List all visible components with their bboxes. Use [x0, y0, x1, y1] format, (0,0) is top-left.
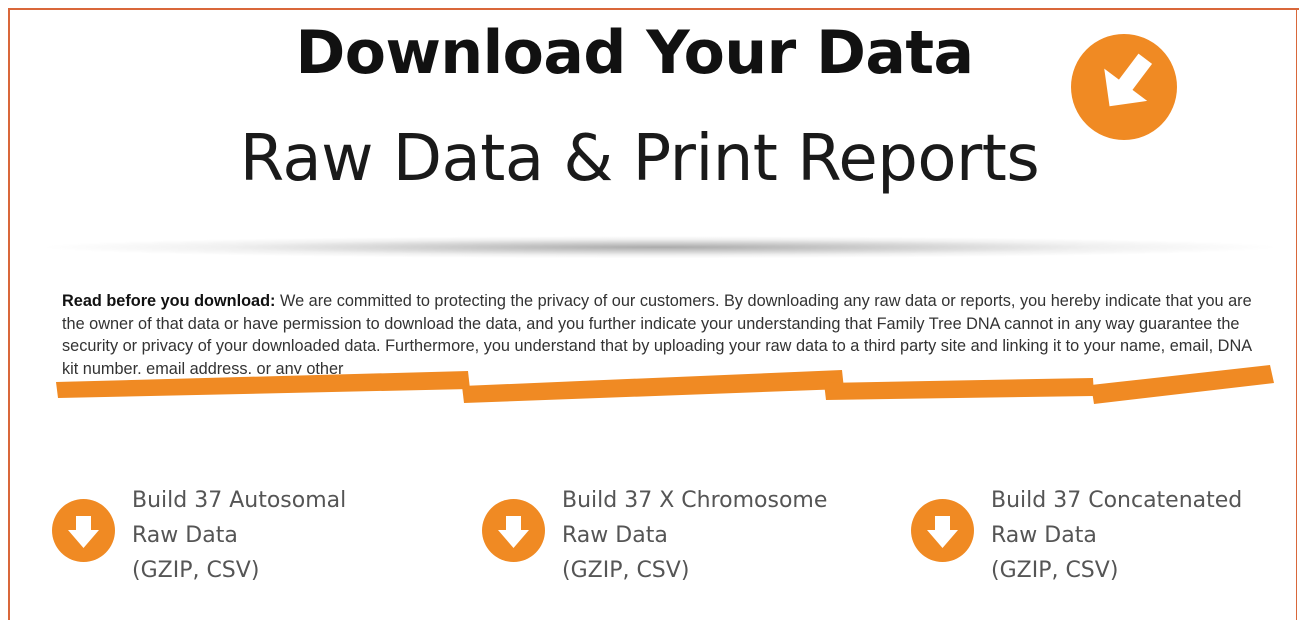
- download-circle-icon[interactable]: [911, 499, 974, 562]
- download-label[interactable]: Build 37 Autosomal Raw Data (GZIP, CSV): [132, 483, 346, 588]
- download-title: Build 37 X Chromosome: [562, 488, 828, 513]
- download-type: Raw Data: [132, 523, 238, 548]
- download-label[interactable]: Build 37 Concatenated Raw Data (GZIP, CS…: [991, 483, 1242, 588]
- redaction-mark: [1091, 365, 1274, 404]
- redaction-mark: [462, 370, 844, 403]
- download-circle-icon[interactable]: [482, 499, 545, 562]
- redaction-mark: [56, 371, 470, 398]
- download-title: Build 37 Autosomal: [132, 488, 347, 513]
- download-circle-icon[interactable]: [52, 499, 115, 562]
- download-format: (GZIP, CSV): [991, 558, 1119, 583]
- download-label[interactable]: Build 37 X Chromosome Raw Data (GZIP, CS…: [562, 483, 827, 588]
- download-format: (GZIP, CSV): [132, 558, 260, 583]
- download-format: (GZIP, CSV): [562, 558, 690, 583]
- download-title: Build 37 Concatenated: [991, 488, 1243, 513]
- download-type: Raw Data: [991, 523, 1097, 548]
- redaction-mark: [824, 378, 1094, 400]
- download-type: Raw Data: [562, 523, 668, 548]
